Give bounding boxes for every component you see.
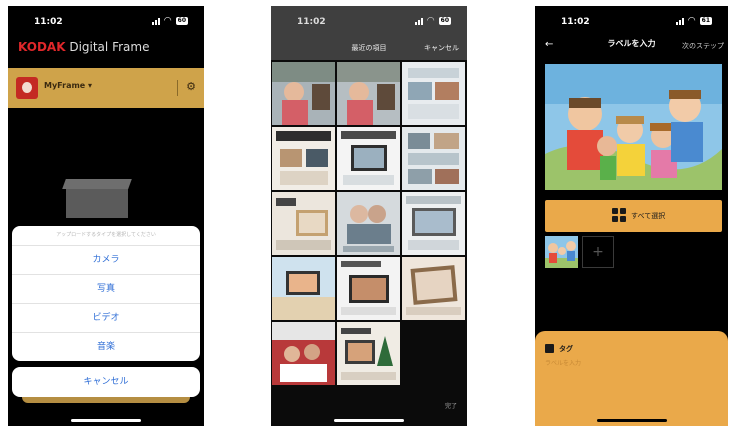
sheet-prompt: アップロードするタイプを選択してください (12, 226, 200, 246)
app-name: Digital Frame (65, 40, 150, 54)
status-bar: 11:02 ◠ 60 (8, 6, 204, 36)
phone-screen-photo-picker: 11:02 ◠ 60 最近の項目 キャンセル 完了 (271, 6, 467, 426)
status-time: 11:02 (561, 17, 590, 27)
status-icons: ◠ 61 (675, 16, 712, 26)
photo-thumbnail[interactable] (272, 127, 335, 190)
wifi-icon: ◠ (426, 16, 435, 26)
done-button[interactable]: 完了 (445, 401, 457, 410)
status-bar: 11:02 ◠ 61 (535, 6, 728, 36)
photo-thumbnail[interactable] (402, 257, 465, 320)
add-photo-button[interactable]: + (582, 236, 614, 268)
status-icons: ◠ 60 (414, 16, 451, 26)
gear-icon[interactable]: ⚙ (186, 80, 196, 93)
selected-photo-preview (545, 64, 722, 190)
option-music[interactable]: 音楽 (12, 333, 200, 361)
select-all-button[interactable]: すべて選択 (545, 200, 722, 232)
upload-type-sheet: アップロードするタイプを選択してください カメラ 写真 ビデオ 音楽 (12, 226, 200, 361)
frame-avatar (16, 77, 38, 99)
wifi-icon: ◠ (687, 16, 696, 26)
app-title: KODAK Digital Frame (18, 40, 149, 54)
battery-icon: 60 (438, 17, 451, 25)
home-indicator[interactable] (71, 419, 141, 422)
photo-thumbnail[interactable] (337, 62, 400, 125)
home-indicator[interactable] (596, 419, 667, 422)
battery-icon: 61 (699, 17, 712, 25)
divider (177, 80, 178, 96)
next-step-button[interactable]: 次のステップ (682, 41, 724, 51)
frame-name-label: MyFrame (44, 81, 86, 90)
phone-screen-enter-label: 11:02 ◠ 61 ← ラベルを入力 次のステップ すべて選択 + タグ ラベ… (535, 6, 728, 426)
tag-title: タグ (559, 345, 573, 353)
tag-icon (545, 344, 554, 353)
photo-thumbnail[interactable] (402, 192, 465, 255)
option-camera[interactable]: カメラ (12, 246, 200, 275)
status-bar: 11:02 ◠ 60 (271, 6, 467, 36)
signal-icon (414, 17, 423, 25)
photo-thumbnail[interactable] (402, 62, 465, 125)
frame-name[interactable]: MyFrame ▾ (44, 81, 92, 90)
battery-icon: 60 (175, 17, 188, 25)
status-time: 11:02 (297, 17, 326, 27)
photo-thumbnail[interactable] (272, 322, 335, 385)
brand-logo: KODAK (18, 40, 66, 54)
chevron-down-icon: ▾ (88, 81, 93, 90)
picker-cancel-button[interactable]: キャンセル (424, 43, 459, 53)
photo-thumbnail[interactable] (272, 257, 335, 320)
phone-screen-upload-type: 11:02 ◠ 60 KODAK Digital Frame MyFrame ▾… (8, 6, 204, 426)
wifi-icon: ◠ (163, 16, 172, 26)
photo-thumbnail[interactable] (337, 257, 400, 320)
photo-thumbnail[interactable] (337, 192, 400, 255)
option-photo[interactable]: 写真 (12, 275, 200, 304)
label-input[interactable]: ラベルを入力 (545, 358, 581, 367)
option-video[interactable]: ビデオ (12, 304, 200, 333)
select-all-label: すべて選択 (631, 212, 666, 220)
home-indicator[interactable] (334, 419, 404, 422)
selected-thumbnail[interactable] (545, 236, 578, 268)
photo-thumbnail[interactable] (272, 62, 335, 125)
status-time: 11:02 (34, 17, 63, 27)
tag-panel: タグ ラベルを入力 (535, 331, 728, 426)
photo-thumbnail[interactable] (337, 127, 400, 190)
signal-icon (151, 17, 160, 25)
photo-thumbnail[interactable] (272, 192, 335, 255)
photo-thumbnail[interactable] (402, 127, 465, 190)
cancel-button[interactable]: キャンセル (12, 367, 200, 397)
status-icons: ◠ 60 (151, 16, 188, 26)
photo-thumbnail[interactable] (337, 322, 400, 385)
empty-box-illustration (66, 188, 128, 218)
signal-icon (675, 17, 684, 25)
frame-selector-bar[interactable]: MyFrame ▾ ⚙ (8, 68, 204, 108)
grid-icon (612, 208, 626, 222)
